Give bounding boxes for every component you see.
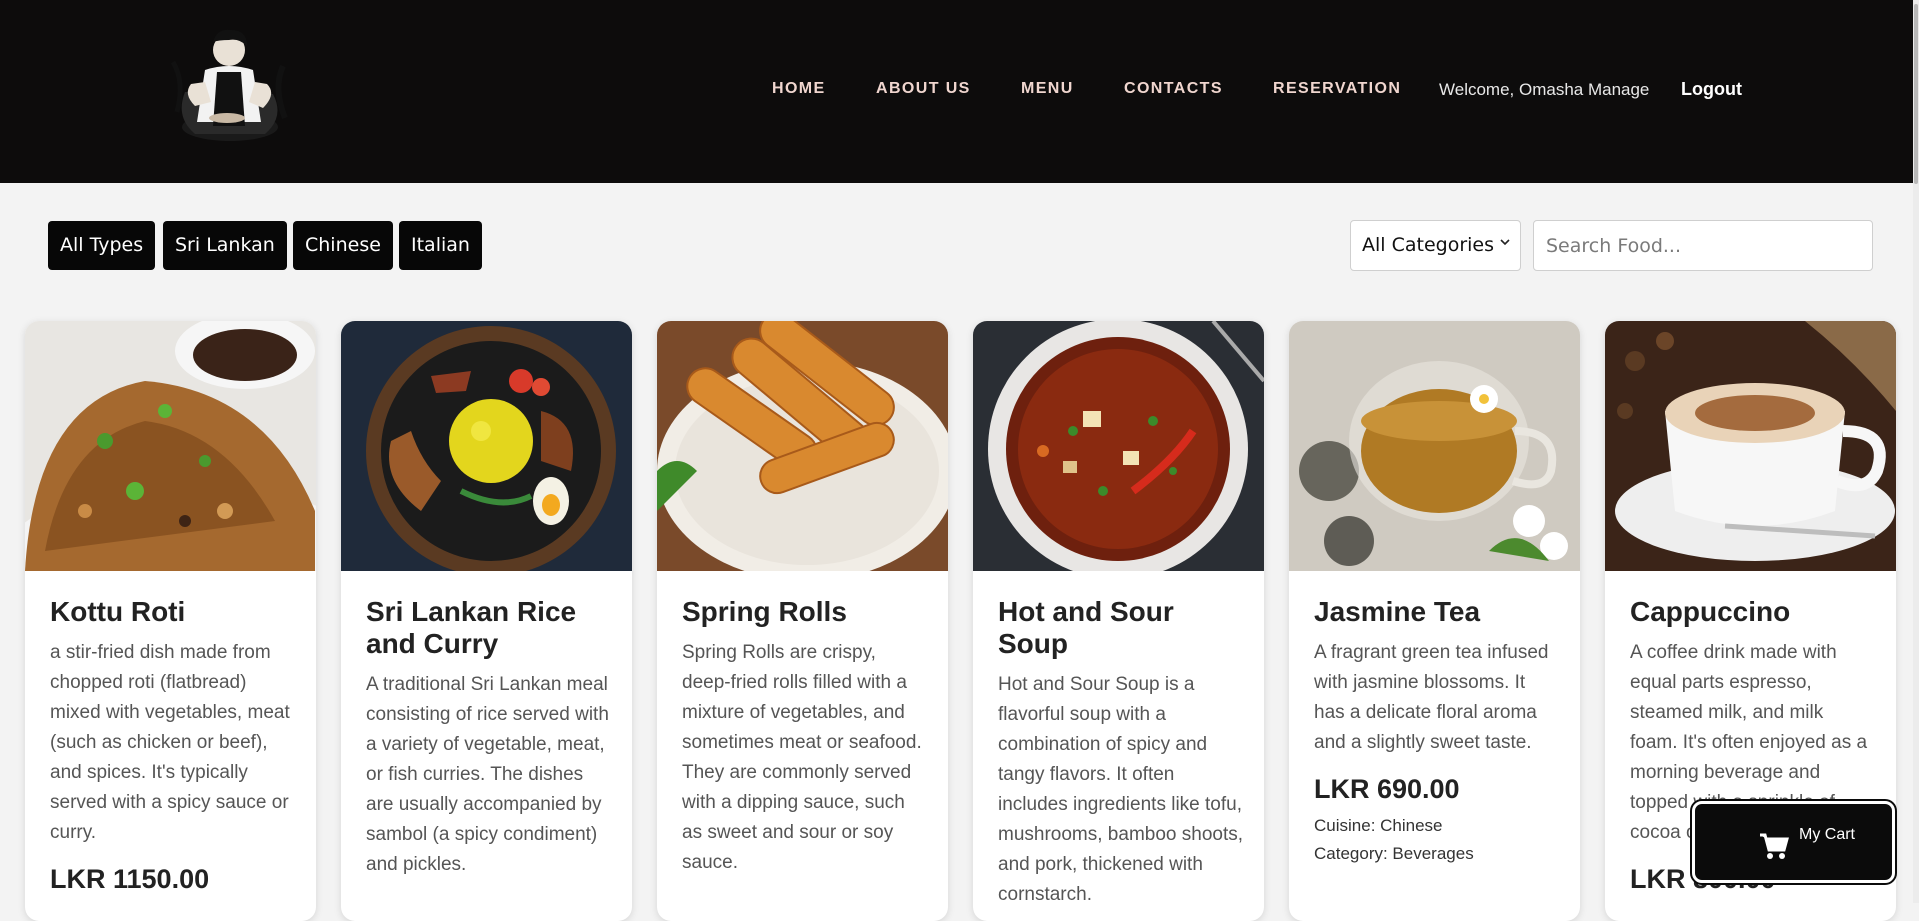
search-food-input[interactable] xyxy=(1533,220,1873,271)
category-select[interactable]: All Categories xyxy=(1350,220,1521,271)
food-description: A fragrant green tea infused with jasmin… xyxy=(1314,642,1549,753)
filter-chinese-button[interactable]: Chinese xyxy=(293,221,393,270)
welcome-text: Welcome, Omasha Manage xyxy=(1439,80,1650,99)
food-cuisine: Cuisine: Chinese xyxy=(1314,816,1443,835)
jasmine-tea-photo xyxy=(1289,321,1580,571)
food-name: Hot and Sour Soup xyxy=(998,596,1174,659)
cappuccino-photo xyxy=(1605,321,1896,571)
food-name: Kottu Roti xyxy=(50,596,186,627)
filter-all-types-button[interactable]: All Types xyxy=(48,221,156,270)
nav-reservation[interactable]: RESERVATION xyxy=(1273,80,1401,98)
logout-link[interactable]: Logout xyxy=(1681,79,1742,100)
my-cart-button[interactable]: My Cart xyxy=(1692,801,1895,883)
food-name: Cappuccino xyxy=(1630,596,1791,627)
hot-sour-soup-photo xyxy=(973,321,1264,571)
food-card-body: Hot and Sour Soup Hot and Sour Soup is a… xyxy=(998,596,1243,910)
site-header: HOME ABOUT US MENU CONTACTS RESERVATION … xyxy=(0,0,1919,183)
nav-contacts[interactable]: CONTACTS xyxy=(1124,80,1223,98)
filter-sri-lankan-button[interactable]: Sri Lankan xyxy=(163,221,287,270)
food-description: A traditional Sri Lankan meal consisting… xyxy=(366,674,609,875)
food-card-jasmine-tea[interactable]: Jasmine Tea A fragrant green tea infused… xyxy=(1289,321,1580,921)
scrollbar-thumb[interactable] xyxy=(1914,4,1918,184)
food-card-body: Kottu Roti a stir-fried dish made from c… xyxy=(50,596,295,896)
food-description: a stir-fried dish made from chopped roti… xyxy=(50,642,290,843)
food-card-hot-sour-soup[interactable]: Hot and Sour Soup Hot and Sour Soup is a… xyxy=(973,321,1264,921)
food-description: Hot and Sour Soup is a flavorful soup wi… xyxy=(998,674,1244,905)
food-category: Category: Beverages xyxy=(1314,844,1474,863)
nav-home[interactable]: HOME xyxy=(772,80,826,98)
food-card-body: Jasmine Tea A fragrant green tea infused… xyxy=(1314,596,1559,868)
food-price: LKR 1150.00 xyxy=(50,864,210,894)
rice-and-curry-photo xyxy=(341,321,632,571)
food-description: Spring Rolls are crispy, deep-fried roll… xyxy=(682,642,922,873)
food-card-body: Sri Lankan Rice and Curry A traditional … xyxy=(366,596,611,880)
nav-menu[interactable]: MENU xyxy=(1021,80,1074,98)
page-scrollbar[interactable] xyxy=(1913,0,1919,903)
spring-rolls-photo xyxy=(657,321,948,571)
food-name: Jasmine Tea xyxy=(1314,596,1481,627)
food-card-spring-rolls[interactable]: Spring Rolls Spring Rolls are crispy, de… xyxy=(657,321,948,921)
cart-icon xyxy=(1760,833,1789,859)
filter-italian-button[interactable]: Italian xyxy=(399,221,482,270)
food-name: Sri Lankan Rice and Curry xyxy=(366,596,577,659)
chevron-down-icon xyxy=(1500,239,1510,246)
food-name: Spring Rolls xyxy=(682,596,847,627)
category-select-value: All Categories xyxy=(1362,234,1495,256)
food-card-body: Spring Rolls Spring Rolls are crispy, de… xyxy=(682,596,927,878)
food-card-kottu-roti[interactable]: Kottu Roti a stir-fried dish made from c… xyxy=(25,321,316,921)
food-card-rice-and-curry[interactable]: Sri Lankan Rice and Curry A traditional … xyxy=(341,321,632,921)
food-price: LKR 690.00 xyxy=(1314,774,1460,804)
nav-about-us[interactable]: ABOUT US xyxy=(876,80,971,98)
cart-label: My Cart xyxy=(1799,826,1855,843)
kottu-roti-photo xyxy=(25,321,316,571)
